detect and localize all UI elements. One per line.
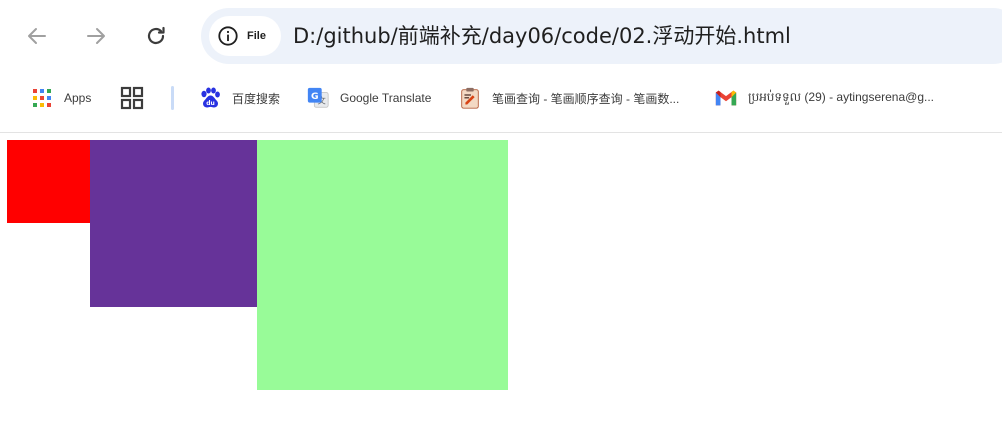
info-icon [218,26,238,46]
apps-grid-icon [30,86,54,110]
baidu-paw-icon: du [198,86,222,110]
bookmark-label: ប្រអប់ទទួល (29) - aytingserena@g... [748,90,934,104]
url-text[interactable]: D:/github/前端补充/day06/code/02.浮动开始.html [293,8,791,64]
bookmark-label: Apps [64,91,92,105]
arrow-left-icon [28,28,46,44]
bookmark-label: 笔画查询 - 笔画顺序查询 - 笔画数... [492,91,680,106]
svg-text:G: G [311,91,319,102]
site-info-chip[interactable]: File [209,16,281,56]
gmail-icon [714,86,738,110]
tab-groups-icon [120,86,144,110]
red-box [7,140,90,223]
svg-text:du: du [206,100,215,107]
bookmark-apps[interactable]: Apps [30,82,91,114]
purple-box [90,140,257,307]
site-chip-label: File [247,30,266,42]
bookmarks-separator [171,86,174,110]
browser-toolbar: File D:/github/前端补充/day06/code/02.浮动开始.h… [0,0,1002,72]
bookmark-label: Google Translate [340,91,432,105]
browser-chrome: File D:/github/前端补充/day06/code/02.浮动开始.h… [0,0,1002,132]
bookmark-baidu[interactable]: du 百度搜索 [198,82,280,114]
reload-button[interactable] [138,18,174,54]
green-box [257,140,508,390]
google-translate-icon: 文 G [306,86,330,110]
reload-icon [147,26,165,45]
bookmarks-bar: Apps du 百度搜索 文 G Google Translate 笔画查询 -… [0,72,1002,124]
bookmark-bihua[interactable]: 笔画查询 - 笔画顺序查询 - 笔画数... [458,82,679,114]
arrow-right-icon [87,28,105,44]
page-viewport [0,133,1002,430]
bookmark-label: 百度搜索 [232,91,281,106]
forward-button[interactable] [78,18,114,54]
bookmark-tab-groups[interactable] [120,82,154,114]
back-button[interactable] [19,18,55,54]
clipboard-icon [458,86,482,110]
bookmark-gmail[interactable]: ប្រអប់ទទួល (29) - aytingserena@g... [714,82,934,114]
address-bar[interactable]: File D:/github/前端补充/day06/code/02.浮动开始.h… [201,8,1002,64]
bookmark-google-translate[interactable]: 文 G Google Translate [306,82,431,114]
